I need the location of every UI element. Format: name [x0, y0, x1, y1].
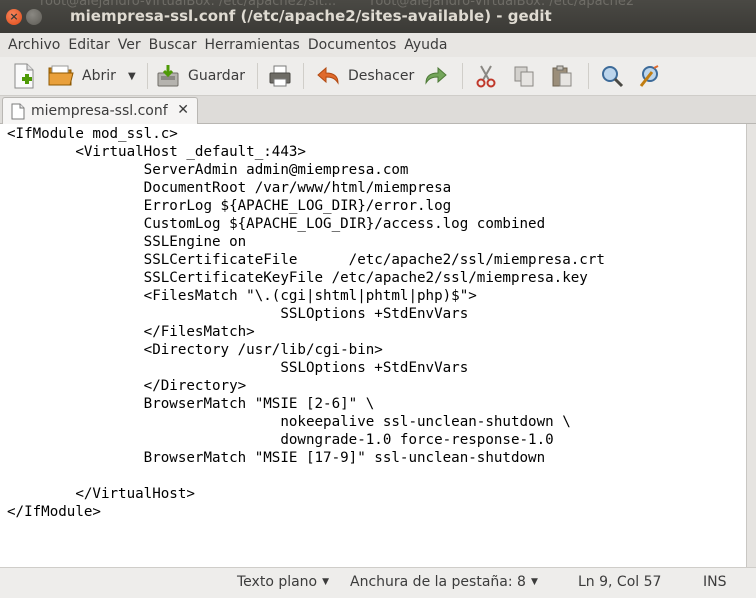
open-button[interactable]: Abrir [48, 61, 116, 91]
document-tab-label: miempresa-ssl.conf [31, 103, 168, 119]
undo-button[interactable]: Deshacer [316, 61, 414, 91]
code-line[interactable]: DocumentRoot /var/www/html/miempresa [7, 179, 605, 197]
language-label: Texto plano [237, 574, 318, 590]
toolbar-separator [462, 63, 463, 89]
toolbar-separator [147, 63, 148, 89]
code-line[interactable]: SSLOptions +StdEnvVars [7, 359, 605, 377]
window-title: miempresa-ssl.conf (/etc/apache2/sites-a… [70, 7, 552, 25]
find-replace-icon [639, 65, 659, 87]
document-tab[interactable]: miempresa-ssl.conf ✕ [2, 97, 198, 124]
toolbar-separator [303, 63, 304, 89]
cut-button[interactable] [474, 61, 498, 91]
save-button-label: Guardar [188, 68, 246, 84]
print-button[interactable] [268, 61, 292, 91]
undo-icon [317, 66, 339, 85]
code-line[interactable]: </FilesMatch> [7, 323, 605, 341]
find-icon [602, 66, 624, 88]
document-tab-bar: miempresa-ssl.conf ✕ [0, 96, 756, 124]
code-line[interactable]: </VirtualHost> [7, 485, 605, 503]
new-document-icon [14, 63, 34, 89]
menu-archivo[interactable]: Archivo [8, 37, 60, 53]
new-button[interactable] [12, 61, 36, 91]
chevron-down-icon: ▼ [322, 577, 330, 587]
cut-icon [476, 65, 496, 88]
menu-buscar[interactable]: Buscar [149, 37, 197, 53]
code-line[interactable]: ServerAdmin admin@miempresa.com [7, 161, 605, 179]
tab-width-selector[interactable]: Anchura de la pestaña: 8 ▼ [350, 574, 538, 590]
code-line[interactable]: SSLCertificateKeyFile /etc/apache2/ssl/m… [7, 269, 605, 287]
document-icon [11, 103, 25, 119]
chevron-down-icon: ▼ [128, 70, 136, 82]
toolbar-separator [257, 63, 258, 89]
code-line[interactable]: SSLCertificateFile /etc/apache2/ssl/miem… [7, 251, 605, 269]
copy-button[interactable] [512, 61, 536, 91]
save-icon [157, 65, 179, 87]
text-editor[interactable]: <IfModule mod_ssl.c> <VirtualHost _defau… [0, 124, 747, 567]
language-selector[interactable]: Texto plano ▼ [237, 574, 329, 590]
open-recent-dropdown[interactable]: ▼ [128, 61, 136, 91]
toolbar-separator [588, 63, 589, 89]
chevron-down-icon: ▼ [530, 577, 538, 587]
code-line[interactable]: <IfModule mod_ssl.c> [7, 125, 605, 143]
print-icon [269, 65, 291, 87]
save-button[interactable]: Guardar [156, 61, 245, 91]
toolbar: Abrir ▼ Guardar Deshacer [0, 57, 756, 96]
find-replace-button[interactable] [638, 61, 662, 91]
code-line[interactable]: SSLOptions +StdEnvVars [7, 305, 605, 323]
code-line[interactable]: downgrade-1.0 force-response-1.0 [7, 431, 605, 449]
menu-bar: Archivo Editar Ver Buscar Herramientas D… [0, 33, 756, 57]
cursor-position: Ln 9, Col 57 [578, 574, 662, 590]
redo-button[interactable] [424, 61, 448, 91]
minimize-window-button[interactable] [26, 9, 42, 25]
code-line[interactable]: ErrorLog ${APACHE_LOG_DIR}/error.log [7, 197, 605, 215]
menu-herramientas[interactable]: Herramientas [204, 37, 299, 53]
status-bar: Texto plano ▼ Anchura de la pestaña: 8 ▼ L… [0, 567, 756, 598]
code-line[interactable]: CustomLog ${APACHE_LOG_DIR}/access.log c… [7, 215, 605, 233]
open-folder-icon [48, 65, 74, 86]
menu-ver[interactable]: Ver [118, 37, 141, 53]
copy-icon [514, 66, 534, 87]
code-line[interactable] [7, 467, 605, 485]
menu-documentos[interactable]: Documentos [308, 37, 396, 53]
menu-editar[interactable]: Editar [68, 37, 109, 53]
code-line[interactable]: SSLEngine on [7, 233, 605, 251]
open-button-label: Abrir [82, 68, 116, 84]
close-tab-icon[interactable]: ✕ [177, 102, 189, 118]
tab-width-label: Anchura de la pestaña: 8 [350, 574, 526, 590]
code-line[interactable]: BrowserMatch "MSIE [17-9]" ssl-unclean-s… [7, 449, 605, 467]
find-button[interactable] [600, 61, 624, 91]
code-line[interactable]: BrowserMatch "MSIE [2-6]" \ [7, 395, 605, 413]
editor-right-edge [747, 124, 756, 567]
code-line[interactable]: </IfModule> [7, 503, 605, 521]
undo-button-label: Deshacer [348, 68, 415, 84]
code-line[interactable]: <FilesMatch "\.(cgi|shtml|phtml|php)$"> [7, 287, 605, 305]
insert-mode-indicator: INS [703, 574, 727, 590]
close-window-button[interactable]: × [6, 9, 22, 25]
code-line[interactable]: <VirtualHost _default_:443> [7, 143, 605, 161]
paste-icon [552, 65, 572, 87]
code-line[interactable]: nokeepalive ssl-unclean-shutdown \ [7, 413, 605, 431]
menu-ayuda[interactable]: Ayuda [404, 37, 447, 53]
editor-text[interactable]: <IfModule mod_ssl.c> <VirtualHost _defau… [7, 125, 605, 521]
paste-button[interactable] [550, 61, 574, 91]
code-line[interactable]: </Directory> [7, 377, 605, 395]
redo-icon [425, 66, 447, 85]
code-line[interactable]: <Directory /usr/lib/cgi-bin> [7, 341, 605, 359]
title-bar: root@alejandro-VirtualBox: /etc/apache2/… [0, 0, 756, 33]
